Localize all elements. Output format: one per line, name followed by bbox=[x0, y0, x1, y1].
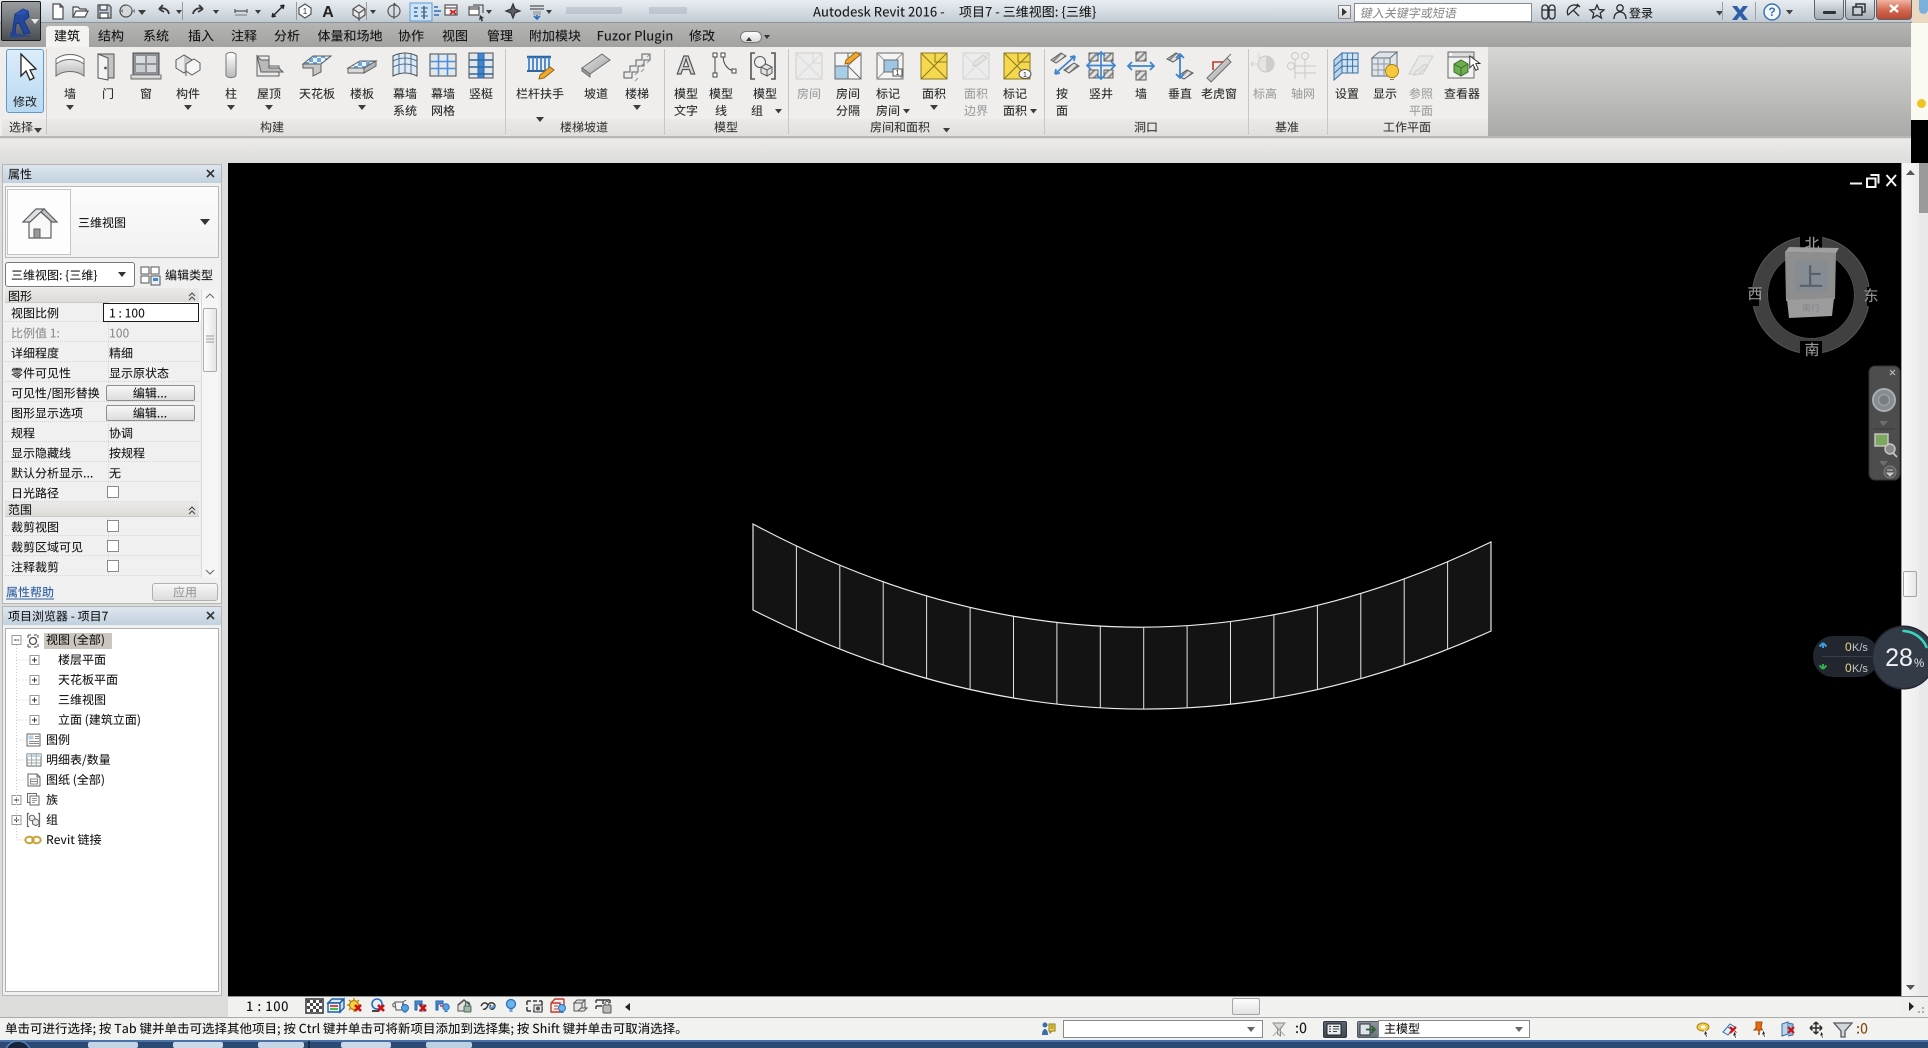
svg-text:A: A bbox=[677, 50, 696, 80]
svg-text:K/s: K/s bbox=[1852, 663, 1868, 675]
svg-text:1: 1 bbox=[896, 70, 900, 77]
svg-text:0: 0 bbox=[1845, 661, 1852, 675]
svg-text:A: A bbox=[322, 4, 334, 21]
svg-text:.1: .1 bbox=[1255, 53, 1261, 60]
svg-text:28: 28 bbox=[1885, 644, 1913, 672]
svg-text:K/s: K/s bbox=[1852, 642, 1868, 654]
svg-text:0: 0 bbox=[1845, 640, 1852, 654]
svg-text:1: 1 bbox=[1023, 72, 1027, 79]
svg-text:%: % bbox=[1914, 658, 1924, 670]
svg-text:?: ? bbox=[1768, 5, 1775, 19]
svg-text:1: 1 bbox=[303, 7, 308, 16]
